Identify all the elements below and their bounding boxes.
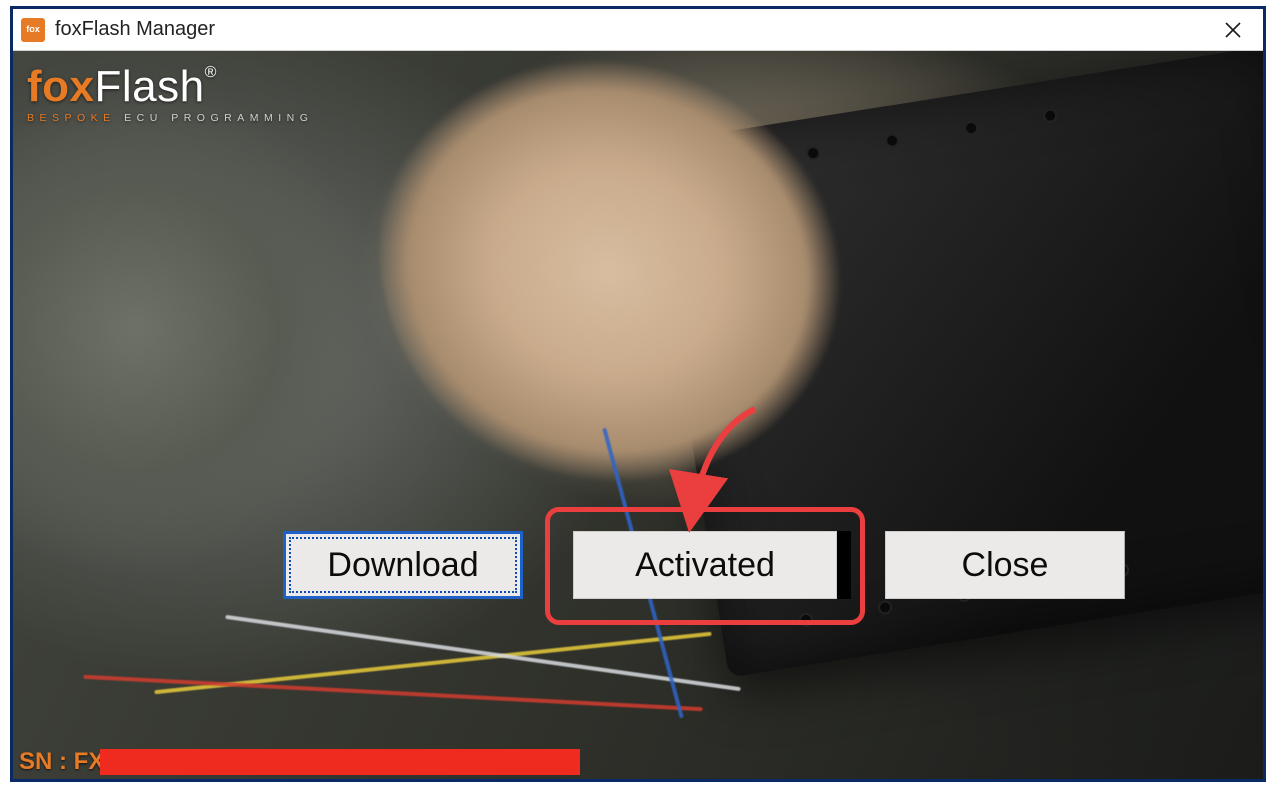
window-title: foxFlash Manager — [55, 18, 215, 41]
close-button[interactable]: Close — [885, 531, 1125, 599]
product-logo-subline: BESPOKE ECU PROGRAMMING — [27, 113, 313, 124]
activated-button[interactable]: Activated — [573, 531, 837, 599]
registered-mark-icon: ® — [205, 64, 217, 81]
titlebar: fox foxFlash Manager — [13, 9, 1263, 51]
activated-button-label: Activated — [635, 546, 775, 585]
client-area: foxFlash® BESPOKE ECU PROGRAMMING Downlo… — [13, 51, 1263, 779]
logo-subline-suffix: ECU PROGRAMMING — [116, 112, 314, 124]
app-icon: fox — [21, 18, 45, 42]
serial-number-redacted — [100, 749, 580, 775]
window-close-button[interactable] — [1213, 10, 1253, 50]
close-icon — [1224, 21, 1242, 39]
logo-subline-prefix: BESPOKE — [27, 112, 116, 124]
serial-number-label: SN : FX — [13, 748, 108, 776]
download-button-label: Download — [327, 546, 478, 585]
app-window: fox foxFlash Manager foxFlash® BESPOKE E… — [10, 6, 1266, 782]
logo-prefix: fox — [27, 62, 95, 111]
download-button[interactable]: Download — [283, 531, 523, 599]
serial-number-bar: SN : FX — [13, 747, 580, 777]
product-logo-line1: foxFlash® — [27, 65, 313, 109]
close-button-label: Close — [962, 546, 1049, 585]
product-logo: foxFlash® BESPOKE ECU PROGRAMMING — [27, 65, 313, 124]
logo-suffix: Flash — [95, 62, 205, 111]
